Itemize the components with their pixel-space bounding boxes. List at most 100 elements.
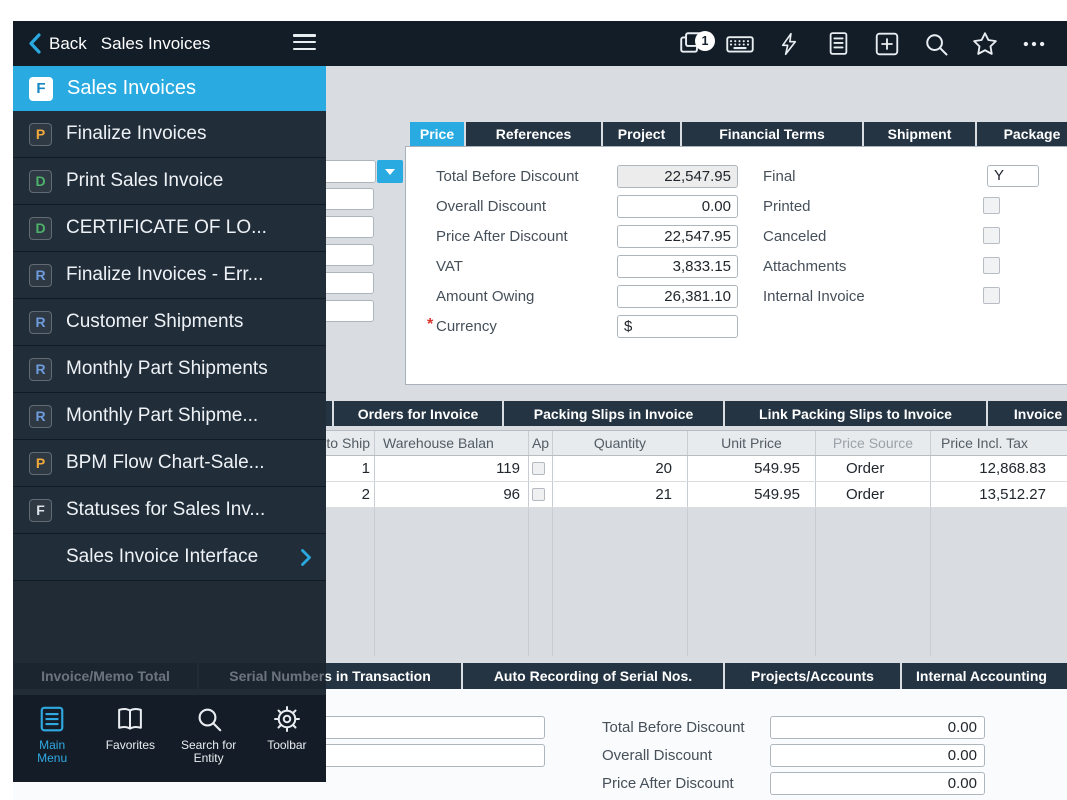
nav-main-menu[interactable]: Main Menu [14,704,90,765]
field-label: Overall Discount [436,195,546,218]
tab-package[interactable]: Package [977,122,1067,146]
tab-price[interactable]: Price [410,122,464,146]
overall-discount-total-field[interactable]: 0.00 [770,744,985,767]
tab-invoice[interactable]: Invoice [988,401,1067,426]
tab-orders-for-invoice[interactable]: Orders for Invoice [334,401,502,426]
column-header: Quantity [553,431,688,455]
sidebar-item-monthly-part-shipments-2[interactable]: R Monthly Part Shipme... [13,393,326,440]
tab-packing-slips-in-invoice[interactable]: Packing Slips in Invoice [504,401,723,426]
keyboard-icon [725,29,755,59]
sidebar-item-bpm-flow-chart[interactable]: P BPM Flow Chart-Sale... [13,440,326,487]
printed-checkbox[interactable] [983,197,1000,214]
nav-search-for-entity[interactable]: Search for Entity [171,704,247,765]
sidebar-item-certificate[interactable]: D CERTIFICATE OF LO... [13,205,326,252]
table-row[interactable]: 2 96 21 549.95 Order 13,512.27 [250,482,1067,508]
field-label: Printed [763,195,811,218]
nav-label: Main Menu [31,739,73,765]
tab-financial-terms[interactable]: Financial Terms [682,122,862,146]
occluded-tab-text: Serial Numbers in Transaction [199,663,326,689]
cell: Order [816,456,931,481]
overall-discount-field[interactable]: 0.00 [617,195,738,218]
cell: Order [816,482,931,507]
field-label: Overall Discount [602,744,712,767]
amount-owing-field[interactable]: 26,381.10 [617,285,738,308]
nav-favorites[interactable]: Favorites [92,704,168,752]
item-type-badge: R [29,264,52,287]
cell [529,456,553,481]
column-header: Price Source [816,431,931,455]
sidebar-item-label: Statuses for Sales Inv... [66,499,265,521]
sidebar-item-finalize-invoices-errors[interactable]: R Finalize Invoices - Err... [13,252,326,299]
chevron-right-icon [300,548,312,567]
total-before-discount-field[interactable]: 22,547.95 [617,165,738,188]
sidebar-item-sales-invoices[interactable]: F Sales Invoices [13,66,326,111]
sidebar-item-label: CERTIFICATE OF LO... [66,217,267,239]
hamburger-menu-button[interactable] [293,34,317,50]
back-button[interactable]: Back [28,33,87,54]
flash-button[interactable] [774,29,804,59]
search-button[interactable] [921,29,951,59]
total-before-discount-total-field[interactable]: 0.00 [770,716,985,739]
more-button[interactable] [1019,29,1049,59]
canceled-checkbox[interactable] [983,227,1000,244]
final-field[interactable]: Y [987,165,1039,187]
top-bar: Back Sales Invoices 1 [13,21,1067,66]
tab-auto-recording-serial-nos[interactable]: Auto Recording of Serial Nos. [463,663,723,689]
occluded-tab-text: Invoice/Memo Total [14,663,197,689]
nav-toolbar[interactable]: Toolbar [249,704,325,752]
price-panel: Total Before Discount 22,547.95 Overall … [405,146,1067,385]
field-label: Currency [436,315,497,338]
approved-checkbox[interactable] [532,488,545,501]
tab-project[interactable]: Project [603,122,680,146]
attachments-checkbox[interactable] [983,257,1000,274]
open-windows-button[interactable]: 1 [676,29,706,59]
cell: 21 [553,482,688,507]
vat-field[interactable]: 3,833.15 [617,255,738,278]
table-empty-area [250,508,1067,656]
tab-projects-accounts[interactable]: Projects/Accounts [725,663,900,689]
price-tab-bar: Price References Project Financial Terms… [410,122,1067,146]
main-menu-icon [37,704,67,734]
sidebar-item-finalize-invoices[interactable]: P Finalize Invoices [13,111,326,158]
column-header: Warehouse Balan [375,431,529,455]
internal-invoice-checkbox[interactable] [983,287,1000,304]
sidebar-item-monthly-part-shipments[interactable]: R Monthly Part Shipments [13,346,326,393]
item-type-badge: P [29,123,52,146]
field-label: VAT [436,255,463,278]
notes-icon [825,30,852,57]
table-header-row: e to Ship Warehouse Balan Ap Quantity Un… [250,430,1067,456]
notes-button[interactable] [823,29,853,59]
sidebar-item-sales-invoice-interface[interactable]: Sales Invoice Interface [13,534,326,581]
favorites-book-icon [114,704,146,734]
cell: 119 [375,456,529,481]
field-label: Attachments [763,255,846,278]
sidebar-item-statuses-for-sales-invoices[interactable]: F Statuses for Sales Inv... [13,487,326,534]
dropdown-button[interactable] [377,160,403,183]
tab-shipment[interactable]: Shipment [864,122,975,146]
sidebar-item-label: Finalize Invoices [66,123,206,145]
price-after-discount-field[interactable]: 22,547.95 [617,225,738,248]
item-type-badge: F [29,499,52,522]
currency-field[interactable]: $ [617,315,738,338]
cell: 96 [375,482,529,507]
column-header: Price Incl. Tax [931,431,1067,455]
sidebar-bottom-nav: Main Menu Favorites Search for Entity To… [13,695,326,782]
cell: 12,868.83 [931,456,1067,481]
tab-internal-accounting[interactable]: Internal Accounting [902,663,1067,689]
page-title: Sales Invoices [101,34,211,54]
approved-checkbox[interactable] [532,462,545,475]
price-after-discount-total-field[interactable]: 0.00 [770,772,985,795]
tab-link-packing-slips[interactable]: Link Packing Slips to Invoice [725,401,986,426]
sidebar-item-print-sales-invoice[interactable]: D Print Sales Invoice [13,158,326,205]
dropdown-arrow-icon [385,169,395,175]
sidebar-item-label: Monthly Part Shipme... [66,405,258,427]
field-label: Canceled [763,225,826,248]
sidebar-item-customer-shipments[interactable]: R Customer Shipments [13,299,326,346]
add-new-button[interactable] [872,29,902,59]
keyboard-button[interactable] [725,29,755,59]
item-type-badge: P [29,452,52,475]
star-button[interactable] [970,29,1000,59]
table-row[interactable]: 1 119 20 549.95 Order 12,868.83 [250,456,1067,482]
tab-references[interactable]: References [466,122,601,146]
nav-label: Search for Entity [177,739,241,765]
